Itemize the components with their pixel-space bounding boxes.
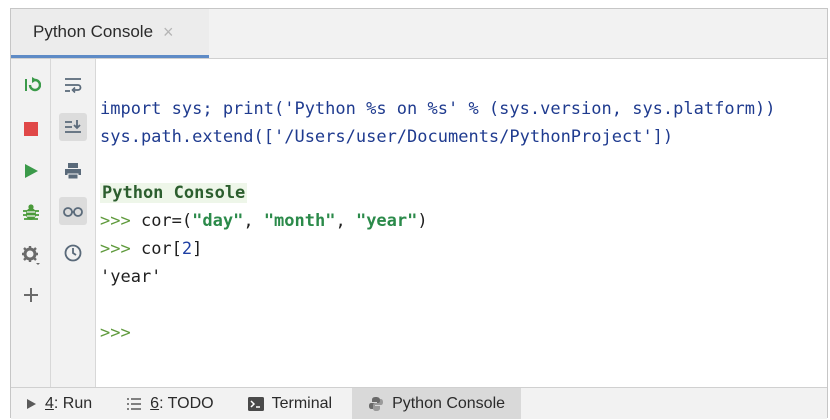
todo-tool-button[interactable]: 6: TODO — [112, 388, 227, 419]
terminal-icon — [247, 396, 264, 411]
run-label: : Run — [53, 394, 93, 412]
string-literal: "day" — [192, 211, 244, 231]
console-header: Python Console — [100, 183, 248, 203]
python-console-tool-button[interactable]: Python Console — [352, 388, 522, 419]
rerun-icon[interactable] — [17, 71, 45, 99]
console-line-import: import sys; print('Python %s on %s' % (s… — [100, 99, 776, 119]
console-input-line-2: >>> cor[2] — [100, 237, 202, 261]
todo-label: : TODO — [159, 394, 214, 412]
tab-title: Python Console — [33, 22, 154, 41]
console-actions-toolbar — [11, 59, 51, 387]
print-icon[interactable] — [59, 157, 87, 185]
debug-icon[interactable] — [17, 199, 45, 227]
number-literal: 2 — [181, 239, 193, 259]
settings-icon[interactable] — [17, 241, 45, 269]
run-shortcut-number: 4 — [45, 394, 54, 412]
python-console-window: Python Console × import sys; print('Pyth… — [10, 8, 828, 419]
add-icon[interactable] — [17, 281, 45, 309]
prompt: >>> — [100, 239, 131, 259]
tool-window-bar: 4: Run 6: TODO Terminal Python Console — [11, 387, 827, 419]
code-text: ) — [417, 211, 428, 231]
tool-window-tab-bar: Python Console × — [11, 9, 827, 59]
todo-list-icon — [126, 397, 142, 411]
code-text: cor[ — [130, 239, 182, 259]
scroll-to-end-icon[interactable] — [59, 113, 87, 141]
code-text: , — [243, 211, 264, 231]
code-text: , — [335, 211, 356, 231]
run-triangle-icon — [25, 398, 37, 410]
python-icon — [368, 396, 384, 412]
stop-icon[interactable] — [17, 115, 45, 143]
show-variables-icon[interactable] — [59, 197, 87, 225]
console-line-path: sys.path.extend(['/Users/user/Documents/… — [100, 127, 674, 147]
console-view-toolbar — [51, 59, 96, 387]
python-console-label: Python Console — [392, 394, 506, 412]
terminal-tool-button[interactable]: Terminal — [234, 388, 346, 419]
run-icon[interactable] — [17, 157, 45, 185]
tab-close-icon[interactable]: × — [163, 22, 174, 43]
terminal-label: Terminal — [271, 394, 333, 412]
prompt: >>> — [100, 323, 131, 343]
string-literal: "month" — [263, 211, 336, 231]
console-header-line: Python Console — [100, 181, 248, 205]
console-active-prompt-line[interactable]: >>> — [100, 321, 131, 345]
history-icon[interactable] — [59, 239, 87, 267]
string-literal: "year" — [355, 211, 418, 231]
code-text: ] — [192, 239, 203, 259]
console-output-line: 'year' — [100, 267, 162, 287]
soft-wrap-icon[interactable] — [59, 71, 87, 99]
prompt: >>> — [100, 211, 131, 231]
tab-python-console[interactable]: Python Console × — [11, 9, 209, 58]
run-tool-button[interactable]: 4: Run — [11, 388, 106, 419]
console-input-line-1: >>> cor=("day", "month", "year") — [100, 209, 428, 233]
code-text: cor=( — [130, 211, 193, 231]
todo-shortcut-number: 6 — [150, 394, 160, 412]
console-output[interactable]: import sys; print('Python %s on %s' % (s… — [96, 59, 827, 387]
